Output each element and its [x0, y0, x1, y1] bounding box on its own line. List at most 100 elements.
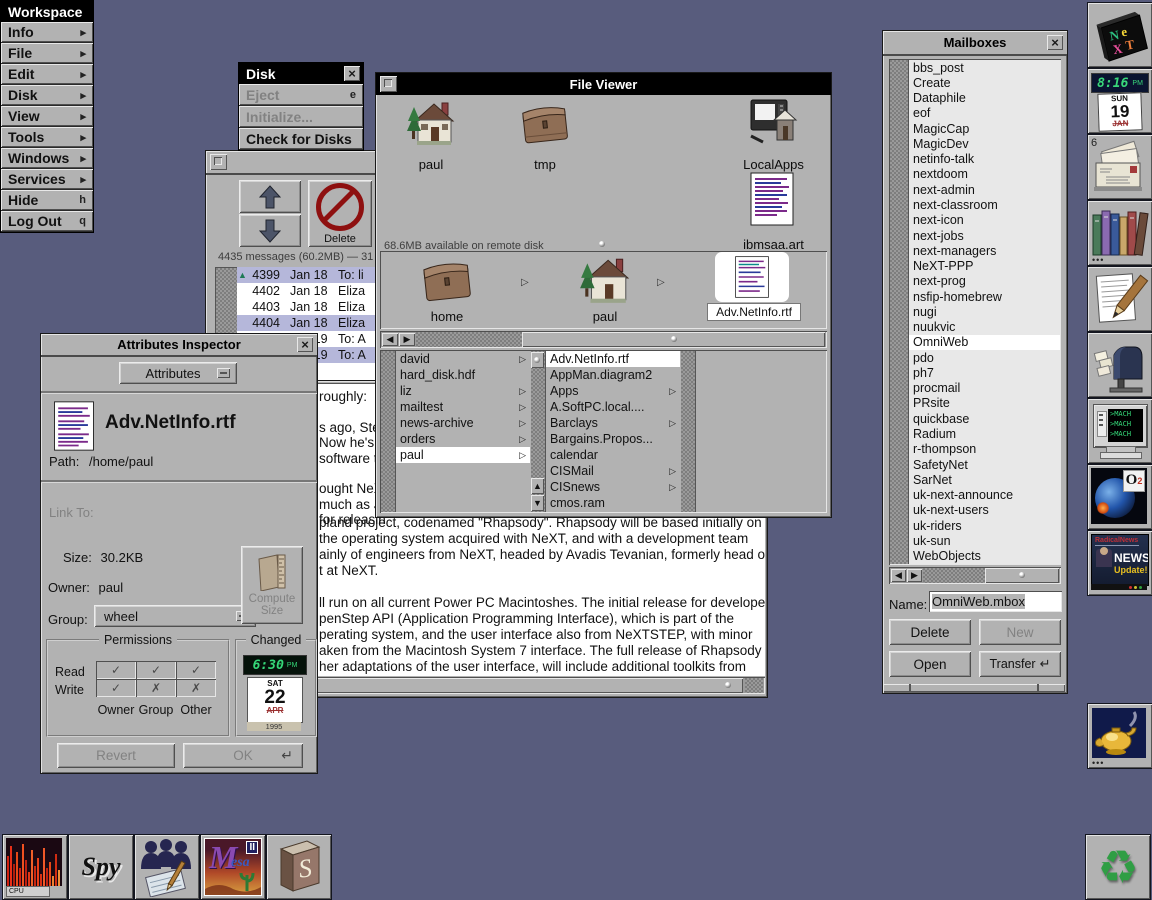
menu-item[interactable]: Windows ▸: [1, 148, 93, 169]
dock-tile-meeting[interactable]: [134, 834, 200, 900]
browser-row[interactable]: Apps ▷: [546, 383, 680, 399]
inspector-titlebar[interactable]: Attributes Inspector: [41, 334, 317, 357]
dock-tile-terminal[interactable]: >MACH >MACH >MACH: [1087, 398, 1152, 464]
browser-row[interactable]: cmos.ram: [546, 495, 680, 511]
mailbox-row[interactable]: SarNet: [909, 472, 1060, 487]
dock-tile-next-logo[interactable]: N e X T: [1087, 2, 1152, 68]
mailbox-row[interactable]: Dataphile: [909, 91, 1060, 106]
scroll-right-button[interactable]: ▶: [907, 569, 922, 582]
permission-checkbox[interactable]: ✗: [136, 679, 176, 697]
dock-tile-omniweb[interactable]: O2: [1087, 464, 1152, 530]
mailbox-row[interactable]: pdo: [909, 350, 1060, 365]
mailbox-row[interactable]: nugi: [909, 304, 1060, 319]
browser-row[interactable]: mailtest ▷: [396, 399, 530, 415]
mailbox-row[interactable]: next-icon: [909, 213, 1060, 228]
mailbox-row[interactable]: eof: [909, 106, 1060, 121]
dock-tile-mail[interactable]: 6: [1087, 134, 1152, 200]
mailbox-row[interactable]: procmail: [909, 381, 1060, 396]
close-icon[interactable]: ×: [344, 66, 360, 81]
close-icon[interactable]: ×: [1047, 35, 1063, 50]
mailbox-row[interactable]: next-managers: [909, 243, 1060, 258]
new-button[interactable]: New: [979, 619, 1061, 645]
mailbox-row[interactable]: ph7: [909, 365, 1060, 380]
mailbox-row[interactable]: quickbase: [909, 411, 1060, 426]
dock-tile-cpu-monitor[interactable]: CPU: [2, 834, 68, 900]
scroll-knob[interactable]: [307, 678, 743, 693]
scroll-down-button[interactable]: ▼: [531, 495, 544, 511]
browser-col1-scrollbar[interactable]: [381, 351, 396, 512]
menu-item[interactable]: View ▸: [1, 106, 93, 127]
revert-button[interactable]: Revert: [57, 743, 175, 768]
mailbox-row[interactable]: uk-sun: [909, 533, 1060, 548]
browser-row[interactable]: Adv.NetInfo.rtf: [546, 351, 680, 367]
scroll-left-button[interactable]: ◀: [382, 333, 398, 346]
open-button[interactable]: Open: [889, 651, 971, 677]
menu-item[interactable]: Info ▸: [1, 22, 93, 43]
resize-bar[interactable]: [883, 684, 1065, 692]
mailbox-row[interactable]: PRsite: [909, 396, 1060, 411]
browser-row[interactable]: orders ▷: [396, 431, 530, 447]
browser-col3-scrollbar[interactable]: [681, 351, 696, 512]
mailbox-row[interactable]: netinfo-talk: [909, 152, 1060, 167]
transfer-button[interactable]: Transfer ↵: [979, 651, 1061, 677]
mailbox-row[interactable]: uk-riders: [909, 518, 1060, 533]
edit-hscrollbar[interactable]: [305, 677, 765, 694]
browser-row[interactable]: AppMan.diagram2: [546, 367, 680, 383]
menu-item[interactable]: Edit ▸: [1, 64, 93, 85]
menu-item[interactable]: Disk ▸: [1, 85, 93, 106]
mailbox-row[interactable]: SafetyNet: [909, 457, 1060, 472]
mailbox-row[interactable]: nextdoom: [909, 167, 1060, 182]
dock-tile-clock[interactable]: 8:16 PM SUN 19 JAN: [1087, 68, 1152, 134]
fv-icon-localapps[interactable]: [747, 96, 799, 148]
dock-tile-edit[interactable]: [1087, 266, 1152, 332]
scroll-knob[interactable]: [531, 352, 544, 368]
shelf-resize-dimple[interactable]: [599, 241, 605, 247]
fv-hscrollbar[interactable]: ◀ ▶: [380, 331, 827, 348]
browser-row[interactable]: news-archive ▷: [396, 415, 530, 431]
name-field[interactable]: OmniWeb.mbox: [929, 591, 1062, 612]
mailbox-row[interactable]: OmniWeb: [909, 334, 1060, 351]
mail-message-row[interactable]: 4404 Jan 18 Eliza: [237, 315, 379, 331]
mailbox-row[interactable]: nuukvic: [909, 320, 1060, 335]
mail-message-row[interactable]: 4403 Jan 18 Eliza: [237, 299, 379, 315]
browser-row[interactable]: CISMail ▷: [546, 463, 680, 479]
close-icon[interactable]: ×: [297, 337, 313, 352]
menu-item[interactable]: Initialize...: [239, 106, 363, 128]
permission-checkbox[interactable]: ✓: [136, 661, 176, 679]
browser-row[interactable]: Bargains.Propos...: [546, 431, 680, 447]
fv-icon-ibmsaa[interactable]: [749, 171, 795, 227]
menu-item[interactable]: Hide h: [1, 190, 93, 211]
mailbox-hscrollbar[interactable]: ◀ ▶: [889, 567, 1061, 584]
file-viewer-titlebar[interactable]: File Viewer: [376, 73, 831, 95]
shelf-item-paul[interactable]: [577, 253, 633, 307]
mailbox-row[interactable]: Create: [909, 75, 1060, 90]
scroll-knob[interactable]: [522, 332, 825, 347]
dock-tile-librarian[interactable]: •••: [1087, 200, 1152, 266]
inspector-popup[interactable]: Attributes: [119, 362, 237, 384]
menu-item[interactable]: Tools ▸: [1, 127, 93, 148]
menu-item[interactable]: File ▸: [1, 43, 93, 64]
delete-button[interactable]: Delete: [889, 619, 971, 645]
ok-button[interactable]: OK ↵: [183, 743, 303, 768]
mail-message-row[interactable]: ▲ 4399 Jan 18 To: li: [237, 267, 379, 283]
mailbox-row[interactable]: bbs_post: [909, 60, 1060, 75]
workspace-menu-title[interactable]: Workspace: [1, 1, 93, 22]
mailbox-row[interactable]: MagicDev: [909, 136, 1060, 151]
browser-row[interactable]: liz ▷: [396, 383, 530, 399]
menu-item[interactable]: Services ▸: [1, 169, 93, 190]
miniaturize-button[interactable]: [380, 76, 397, 92]
mailbox-row[interactable]: MagicCap: [909, 121, 1060, 136]
dock-tile-mailbox[interactable]: [1087, 332, 1152, 398]
dock-tile-spy[interactable]: Spy: [68, 834, 134, 900]
scroll-left-button[interactable]: ◀: [891, 569, 906, 582]
menu-item[interactable]: Check for Disks: [239, 128, 363, 150]
menu-item[interactable]: Eject e: [239, 84, 363, 106]
mail-delete-button[interactable]: Delete: [308, 180, 372, 247]
mailbox-row[interactable]: next-prog: [909, 274, 1060, 289]
mailbox-row[interactable]: next-jobs: [909, 228, 1060, 243]
scroll-knob[interactable]: [985, 568, 1059, 583]
menu-item[interactable]: Log Out q: [1, 211, 93, 232]
mailboxes-titlebar[interactable]: Mailboxes: [883, 31, 1067, 56]
mail-message-row[interactable]: 4402 Jan 18 Eliza: [237, 283, 379, 299]
mailbox-row[interactable]: r-thompson 432: [909, 442, 1060, 457]
